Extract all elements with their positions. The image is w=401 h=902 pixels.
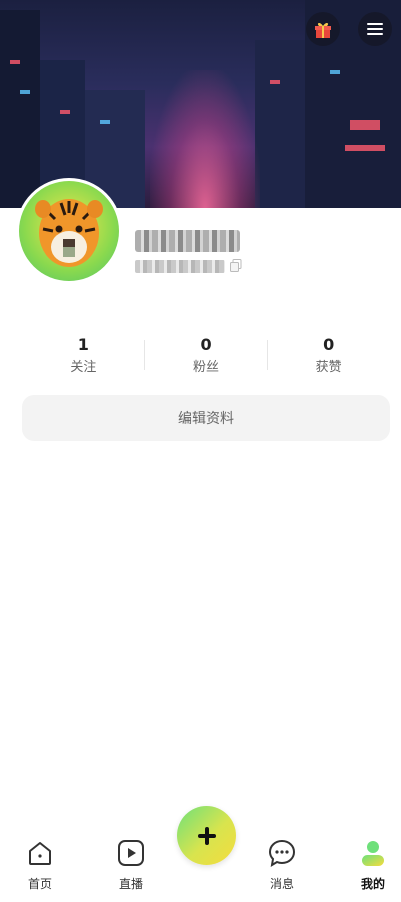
user-icon xyxy=(362,841,384,866)
menu-icon xyxy=(367,23,383,35)
profile-banner xyxy=(0,0,401,210)
stat-divider xyxy=(144,340,145,370)
profile-card xyxy=(0,208,401,902)
play-icon xyxy=(118,840,144,866)
tab-live[interactable]: 直播 xyxy=(101,838,161,892)
likes-label: 获赞 xyxy=(315,360,342,375)
tab-messages-label: 消息 xyxy=(269,877,294,891)
tab-home[interactable]: 首页 xyxy=(10,838,70,892)
gift-button[interactable] xyxy=(306,12,340,46)
home-icon xyxy=(29,842,51,865)
avatar[interactable] xyxy=(19,181,119,281)
edit-profile-button[interactable]: 编辑资料 xyxy=(22,395,390,441)
following-label: 关注 xyxy=(70,360,97,375)
likes-stat[interactable]: 0 获赞 xyxy=(267,335,390,380)
tab-messages[interactable]: 消息 xyxy=(252,838,312,892)
tab-home-label: 首页 xyxy=(27,877,52,891)
tab-me[interactable]: 我的 xyxy=(343,838,401,892)
gift-icon xyxy=(315,22,331,38)
menu-button[interactable] xyxy=(358,12,392,46)
stat-divider xyxy=(267,340,268,370)
username-masked xyxy=(135,230,240,252)
following-count: 1 xyxy=(77,335,89,354)
tiger-avatar xyxy=(35,199,103,267)
plus-icon xyxy=(197,826,216,845)
tab-live-label: 直播 xyxy=(118,877,143,891)
followers-label: 粉丝 xyxy=(193,360,220,375)
copy-icon[interactable] xyxy=(230,259,242,272)
message-icon xyxy=(268,839,296,867)
profile-stats: 1 关注 0 粉丝 0 获赞 xyxy=(22,335,390,380)
tab-me-label: 我的 xyxy=(360,877,385,891)
followers-count: 0 xyxy=(200,335,212,354)
following-stat[interactable]: 1 关注 xyxy=(22,335,145,380)
likes-count: 0 xyxy=(323,335,335,354)
followers-stat[interactable]: 0 粉丝 xyxy=(145,335,268,380)
create-button[interactable] xyxy=(177,806,236,865)
user-id-masked xyxy=(135,260,225,273)
